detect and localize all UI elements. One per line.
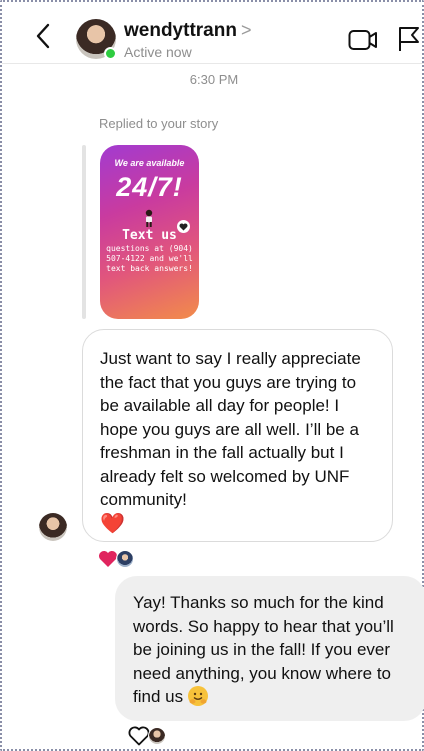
heart-outline-icon <box>128 726 150 746</box>
video-call-button[interactable] <box>348 29 378 51</box>
person-figure-icon <box>145 209 153 227</box>
hugging-face-emoji-icon <box>187 686 208 706</box>
incoming-message-reactions[interactable] <box>98 548 134 570</box>
outgoing-message-bubble[interactable]: Yay! Thanks so much for the kind words. … <box>115 576 424 721</box>
story-text-line4: questions at (904) 507-4122 and we'll te… <box>106 244 193 273</box>
heart-icon <box>179 222 188 231</box>
heart-icon <box>99 551 117 567</box>
sender-avatar[interactable] <box>39 513 67 541</box>
profile-avatar[interactable] <box>76 19 117 60</box>
active-status: Active now <box>124 44 192 60</box>
chevron-right-icon: > <box>240 20 252 40</box>
story-like-badge <box>177 220 190 233</box>
outgoing-message-text: Yay! Thanks so much for the kind words. … <box>133 593 394 706</box>
active-status-dot <box>104 47 117 60</box>
reactor-avatar <box>148 727 166 745</box>
reactor-avatar <box>116 550 134 568</box>
incoming-message-bubble[interactable]: Just want to say I really appreciate the… <box>82 329 393 542</box>
username[interactable]: wendyttrann > <box>124 20 251 42</box>
username-text: wendyttrann <box>124 20 237 41</box>
story-text-line2: 24/7! <box>116 172 183 202</box>
back-button[interactable] <box>32 22 56 50</box>
outgoing-message-reactions[interactable] <box>128 725 166 747</box>
video-camera-icon <box>348 30 377 50</box>
report-button[interactable] <box>398 26 420 52</box>
chat-header: wendyttrann > Active now <box>2 2 424 64</box>
red-heart-emoji: ❤️ <box>100 512 125 535</box>
flag-icon <box>399 27 419 51</box>
story-text-line1: We are available <box>114 158 185 168</box>
screen-frame: wendyttrann > Active now 6:30 PM Replied … <box>0 0 424 751</box>
chevron-left-icon <box>36 23 50 49</box>
message-timestamp: 6:30 PM <box>189 72 239 87</box>
reply-indicator-bar <box>82 145 86 319</box>
incoming-message-text: Just want to say I really appreciate the… <box>100 349 361 509</box>
reply-context: Replied to your story <box>99 116 219 131</box>
